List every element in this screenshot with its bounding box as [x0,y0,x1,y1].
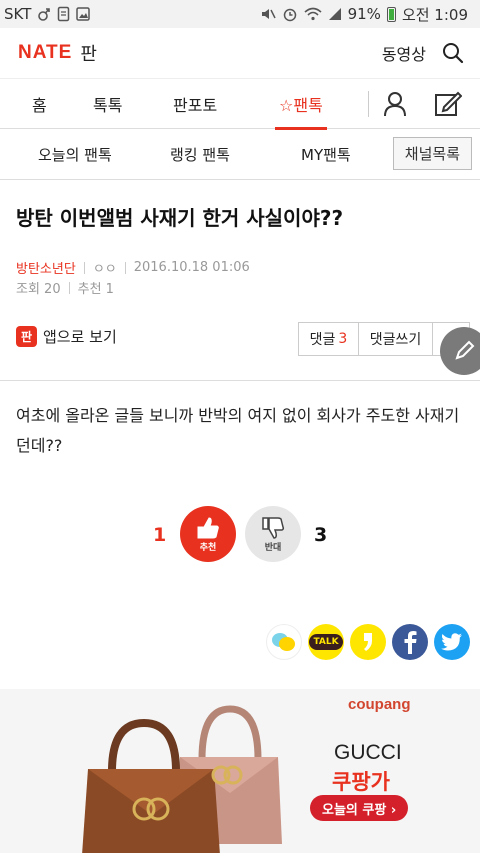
upvote-label: 추천 [199,542,217,553]
mute-icon [260,6,276,22]
share-kakaotalk-button[interactable]: TALK [308,624,344,660]
facebook-icon [404,631,417,654]
ad-product-name: GUCCI [334,741,402,764]
comments-label: 댓글 [309,332,336,348]
recommend-count: 추천 1 [77,282,114,297]
open-in-app-link[interactable]: 판 앱으로 보기 [16,326,117,347]
article-meta: 방탄소년단 ㅇㅇ 2016.10.18 01:06 [16,258,250,277]
comments-count: 3 [338,331,348,347]
subtab-today[interactable]: 오늘의 팬톡 [38,129,112,179]
battery-percent: 91% [347,5,381,23]
status-bar: SKT 91% 오전 1:09 [0,0,480,28]
downvote-count: 3 [314,524,328,546]
meta-divider [68,281,70,294]
advertisement-banner[interactable]: coupang GUCCI 쿠팡가 오늘의 쿠팡 › [0,689,480,853]
wifi-icon [304,7,322,21]
article-header: 방탄 이번앨범 사재기 한거 사실이야?? 방탄소년단 ㅇㅇ 2016.10.1… [0,180,480,381]
meta-divider [124,261,126,274]
subtab-my[interactable]: MY팬톡 [301,129,351,179]
downvote-label: 반대 [264,542,282,553]
share-twitter-button[interactable] [434,624,470,660]
share-line-button[interactable] [266,624,302,660]
nate-pan-logo[interactable]: NATE 판 [18,40,97,66]
subtab-ranking[interactable]: 랭킹 팬톡 [170,129,230,179]
share-kakaostory-button[interactable] [350,624,386,660]
handbags-image [82,705,282,853]
sub-tabs: 오늘의 팬톡 랭킹 팬톡 MY팬톡 채널목록 [0,129,480,180]
downvote-button[interactable]: 반대 [245,506,301,562]
article-title: 방탄 이번앨범 사재기 한거 사실이야?? [16,206,344,230]
file-icon [57,6,70,22]
carrier-label: SKT [4,5,32,23]
video-link[interactable]: 동영상 [382,41,426,65]
main-tabs: 홈 톡톡 판포토 ☆팬톡 [0,78,480,130]
comments-button[interactable]: 댓글 3 [299,323,359,355]
write-comment-button[interactable]: 댓글쓰기 [359,323,433,355]
coupang-logo: coupang [348,696,411,713]
logo-pan: 판 [80,44,97,65]
vote-area: 1 추천 반대 3 [0,506,480,566]
open-in-app-label: 앱으로 보기 [43,328,117,346]
pencil-icon [455,340,475,360]
kakaostory-icon [364,633,372,651]
tab-fantalk[interactable]: ☆팬톡 [275,79,327,130]
article-stats: 조회 20 추천 1 [16,278,114,297]
clock: 오전 1:09 [401,5,468,24]
gallery-icon [76,7,91,21]
channel-list-button[interactable]: 채널목록 [392,137,472,170]
pan-app-icon: 판 [16,326,37,347]
ad-store-name: 쿠팡가 [332,770,390,794]
tab-home[interactable]: 홈 [32,79,47,129]
twitter-icon [441,633,462,651]
meta-divider [83,261,85,274]
floating-pencil-button[interactable] [440,327,480,375]
search-icon[interactable] [442,42,464,64]
chat-bubbles-icon [272,633,295,651]
tab-toktok[interactable]: 톡톡 [93,79,122,129]
app-header: NATE 판 동영상 [0,28,480,78]
author-name[interactable]: 방탄소년단 [16,258,76,277]
tab-pan-photo[interactable]: 판포토 [173,79,217,129]
upvote-button[interactable]: 추천 [180,506,236,562]
kakaotalk-icon: TALK [309,634,343,650]
post-date: 2016.10.18 01:06 [133,260,250,275]
signal-icon [328,7,342,21]
battery-icon [386,6,396,22]
article-body: 여초에 올라온 글들 보니까 반박의 여지 없이 회사가 주도한 사재기 던데?… [16,406,460,455]
view-count: 조회 20 [16,282,61,297]
upvote-count: 1 [153,524,167,546]
alarm-icon [282,6,298,22]
gender-icon [37,6,51,22]
thumbs-up-icon [197,516,219,538]
share-bar: TALK [266,624,470,660]
ad-cta-button[interactable]: 오늘의 쿠팡 › [310,795,409,821]
user-icon[interactable] [383,91,407,121]
thumbs-down-icon [262,516,285,539]
share-facebook-button[interactable] [392,624,428,660]
tab-divider [368,91,369,117]
logo-nate: NATE [18,42,73,63]
author-nickname: ㅇㅇ [92,262,117,277]
write-icon[interactable] [434,91,463,121]
